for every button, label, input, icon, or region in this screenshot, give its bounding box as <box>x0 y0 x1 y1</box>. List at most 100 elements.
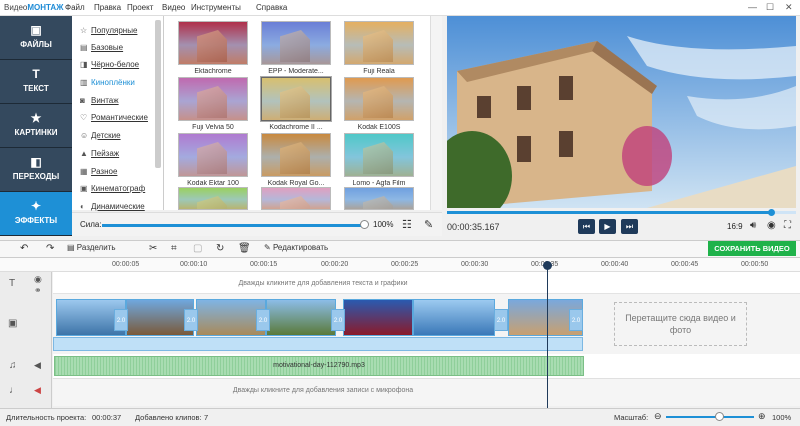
split-button[interactable]: ▤ Разделить <box>67 243 116 252</box>
category-scrollbar[interactable] <box>155 20 161 168</box>
edit-button[interactable]: ✎ Редактировать <box>264 243 328 252</box>
category-dynamic[interactable]: ◐ Динамические <box>80 202 145 211</box>
effect-label: Kodachrome II ... <box>269 124 323 131</box>
zoom-out-icon[interactable]: ⊖ <box>654 411 662 422</box>
video-clip[interactable] <box>413 299 495 336</box>
snapshot-icon[interactable]: ◉ <box>767 220 776 231</box>
nav-text[interactable]: T ТЕКСТ <box>0 60 72 104</box>
effect-label: Kodak E100S <box>357 124 401 131</box>
ruler-tick: 00:00:20 <box>321 261 349 268</box>
menu-help[interactable]: Справка <box>256 3 287 12</box>
category-vintage[interactable]: ◙ Винтаж <box>80 96 119 105</box>
nav-label: ЭФФЕКТЫ <box>14 216 58 225</box>
effects-scrollbar[interactable] <box>430 16 442 210</box>
ruler-tick: 00:00:50 <box>741 261 769 268</box>
zoom-in-icon[interactable]: ⊕ <box>758 411 766 422</box>
freeze-icon[interactable]: ▢ <box>193 243 202 254</box>
menu-tools[interactable]: Инструменты <box>191 3 241 12</box>
duration-label: Длительность проекта: <box>6 413 87 422</box>
zoom-value: 100% <box>772 413 792 422</box>
effect-tile[interactable]: Lomo - Agfa Film <box>344 133 414 191</box>
link-icon[interactable]: ⚭ <box>34 285 42 296</box>
maximize-button[interactable]: ☐ <box>766 2 774 13</box>
transition[interactable]: 2.0 <box>569 309 583 331</box>
nav-transitions[interactable]: ◧ ПЕРЕХОДЫ <box>0 148 72 192</box>
play-button[interactable]: ▶ <box>599 219 616 234</box>
menu-edit[interactable]: Правка <box>94 3 121 12</box>
apply-all-icon[interactable]: ✎ <box>424 218 433 231</box>
transition[interactable]: 2.0 <box>494 309 508 331</box>
transition[interactable]: 2.0 <box>184 309 198 331</box>
square-icon: ▤ <box>80 43 88 52</box>
side-nav: ▣ ФАЙЛЫ T ТЕКСТ ★ КАРТИНКИ ◧ ПЕРЕХОДЫ ✦ ЭФФЕК… <box>0 16 72 236</box>
nav-files[interactable]: ▣ ФАЙЛЫ <box>0 16 72 60</box>
category-cinema[interactable]: ▣ Кинематограф <box>80 184 145 193</box>
effect-tile[interactable] <box>344 187 414 210</box>
effect-tile[interactable]: Kodak Royal Go... <box>261 133 331 191</box>
wand-icon: ✦ <box>30 199 42 213</box>
effect-thumbnail <box>344 187 414 210</box>
mic-track-hint: Дважды кликните для добавления записи с … <box>232 387 414 394</box>
video-clip[interactable] <box>343 299 413 336</box>
volume-icon[interactable]: 🔊︎ <box>750 220 756 231</box>
clips-label: Добавлено клипов: <box>135 413 202 422</box>
rotate-icon[interactable]: ↻ <box>216 243 224 254</box>
effect-tile[interactable]: Fuji Reala <box>344 21 414 79</box>
category-basic[interactable]: ▤ Базовые <box>80 43 123 52</box>
ruler-tick: 00:00:10 <box>180 261 208 268</box>
close-button[interactable]: ✕ <box>785 2 793 13</box>
save-video-button[interactable]: СОХРАНИТЬ ВИДЕО <box>708 241 796 256</box>
effect-tile[interactable]: Kodak Ektar 100 <box>178 133 248 191</box>
category-misc[interactable]: ▦ Разное <box>80 167 117 176</box>
category-film[interactable]: ▥ Киноплёнки <box>80 78 135 87</box>
clip-duration-bar[interactable] <box>53 337 583 351</box>
zoom-slider[interactable] <box>666 416 754 418</box>
audio-volume-icon[interactable]: ◀ <box>34 360 41 371</box>
aspect-ratio[interactable]: 16:9 <box>727 222 743 231</box>
effect-tile[interactable]: Fuji Velvia 50 <box>178 77 248 135</box>
transition[interactable]: 2.0 <box>114 309 128 331</box>
fullscreen-icon[interactable]: ⛶ <box>784 220 791 231</box>
category-romantic[interactable]: ♡ Романтические <box>80 113 148 122</box>
category-kids[interactable]: ☺ Детские <box>80 131 121 140</box>
next-frame-button[interactable]: ⏭ <box>621 219 638 234</box>
drop-zone[interactable]: Перетащите сюда видео и фото <box>614 302 747 346</box>
transition[interactable]: 2.0 <box>256 309 270 331</box>
cut-icon[interactable]: ✂ <box>149 243 157 254</box>
category-bw[interactable]: ◨ Чёрно-белое <box>80 60 139 69</box>
nav-label: КАРТИНКИ <box>14 128 58 137</box>
eye-icon[interactable]: ◉ <box>34 274 42 285</box>
nav-effects[interactable]: ✦ ЭФФЕКТЫ <box>0 192 72 236</box>
menu-project[interactable]: Проект <box>127 3 153 12</box>
zoom-slider-handle[interactable] <box>715 412 724 421</box>
ruler-tick: 00:00:30 <box>461 261 489 268</box>
menu-video[interactable]: Видео <box>162 3 185 12</box>
undo-icon[interactable]: ↶ <box>20 243 28 254</box>
effect-tile[interactable] <box>261 187 331 210</box>
category-landscape[interactable]: ▲ Пейзаж <box>80 149 119 158</box>
playhead[interactable] <box>547 262 548 408</box>
strength-value: 100% <box>373 220 394 229</box>
transition[interactable]: 2.0 <box>331 309 345 331</box>
preview-progress-handle[interactable] <box>768 209 775 216</box>
category-popular[interactable]: ☆ Популярные <box>80 26 137 35</box>
crop-icon[interactable]: ⌗ <box>171 243 177 254</box>
prev-frame-button[interactable]: ⏮ <box>578 219 595 234</box>
strength-slider-handle[interactable] <box>360 220 369 229</box>
menu-file[interactable]: Файл <box>65 3 85 12</box>
video-clip[interactable] <box>266 299 336 336</box>
effect-tile[interactable]: Kodak E100S <box>344 77 414 135</box>
effect-tile[interactable]: EPP - Moderate... <box>261 21 331 79</box>
effect-tile[interactable]: Ektachrome <box>178 21 248 79</box>
mic-mute-icon[interactable]: ◀ <box>34 385 41 396</box>
effect-tile[interactable]: Kodachrome II ... <box>260 76 332 135</box>
edit-icon: ✎ <box>264 243 273 252</box>
nav-pictures[interactable]: ★ КАРТИНКИ <box>0 104 72 148</box>
strength-slider[interactable] <box>102 224 366 227</box>
delete-icon[interactable]: 🗑︎ <box>238 243 251 254</box>
minimize-button[interactable]: — <box>748 2 757 12</box>
redo-icon[interactable]: ↷ <box>46 243 54 254</box>
settings-sliders-icon[interactable]: ☷ <box>402 218 412 231</box>
playhead-handle[interactable] <box>543 261 552 270</box>
effect-tile[interactable] <box>178 187 248 210</box>
